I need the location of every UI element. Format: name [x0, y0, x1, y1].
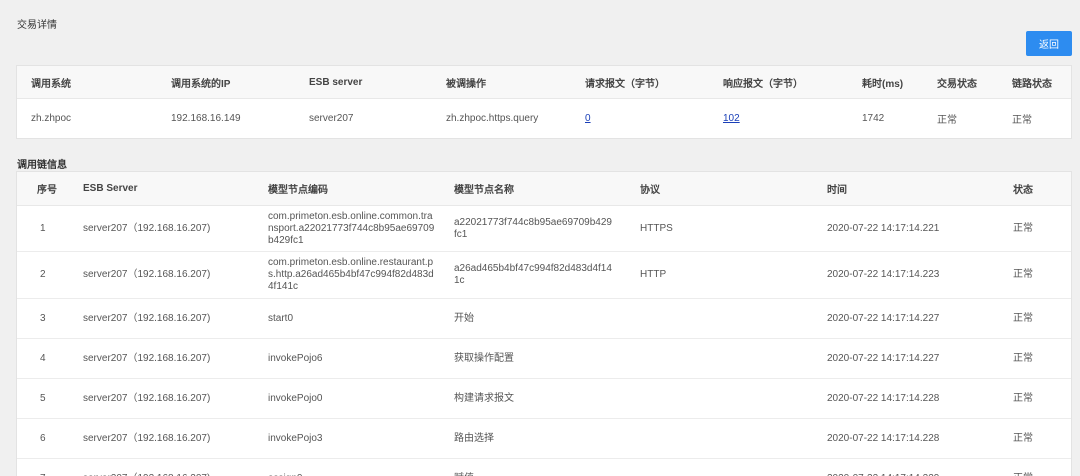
chain-cell-time: 2020-07-22 14:17:14.221: [827, 222, 940, 234]
chain-cell-no: 7: [40, 473, 46, 476]
chain-cell-code: com.primeton.esb.online.restaurant.ps.ht…: [268, 257, 434, 292]
chain-cell-time: 2020-07-22 14:17:14.227: [827, 312, 940, 324]
summary-header-elapsed: 耗时(ms): [862, 78, 904, 90]
chain-cell-name: 获取操作配置: [454, 352, 514, 364]
chain-row: 1 server207（192.168.16.207) com.primeton…: [17, 206, 1071, 252]
back-button[interactable]: 返回: [1026, 31, 1072, 56]
chain-cell-code: start0: [268, 312, 294, 324]
chain-cell-status: 正常: [1013, 473, 1033, 476]
chain-cell-status: 正常: [1013, 312, 1033, 324]
chain-rows: 1 server207（192.168.16.207) com.primeton…: [17, 206, 1071, 476]
summary-header-response: 响应报文（字节）: [723, 78, 803, 90]
chain-header-row: 序号 ESB Server 模型节点编码 模型节点名称 协议 时间 状态: [17, 172, 1071, 206]
chain-cell-no: 5: [40, 392, 46, 404]
chain-cell-name: 路由选择: [454, 432, 494, 444]
chain-cell-time: 2020-07-22 14:17:14.228: [827, 432, 940, 444]
chain-header-name: 模型节点名称: [454, 185, 514, 196]
section-title-chain: 调用链信息: [17, 160, 67, 171]
chain-cell-time: 2020-07-22 14:17:14.228: [827, 392, 940, 404]
chain-header-no: 序号: [37, 185, 57, 196]
summary-server: server207: [309, 113, 354, 124]
chain-cell-name: a22021773f744c8b95ae69709b429fc1: [454, 216, 612, 240]
chain-header-status: 状态: [1013, 185, 1033, 196]
chain-row: 6 server207（192.168.16.207) invokePojo3 …: [17, 419, 1071, 459]
request-bytes-link[interactable]: 0: [585, 113, 591, 124]
chain-cell-code: com.primeton.esb.online.common.transport…: [268, 210, 435, 246]
response-bytes-link[interactable]: 102: [723, 113, 740, 124]
chain-row: 5 server207（192.168.16.207) invokePojo0 …: [17, 379, 1071, 419]
chain-header-protocol: 协议: [640, 185, 660, 196]
summary-elapsed: 1742: [862, 113, 885, 124]
chain-cell-code: invokePojo0: [268, 392, 323, 404]
summary-row: zh.zhpoc 192.168.16.149 server207 zh.zhp…: [17, 99, 1071, 138]
chain-cell-server: server207（192.168.16.207): [83, 392, 211, 404]
chain-cell-server: server207（192.168.16.207): [83, 222, 211, 234]
chain-cell-code: invokePojo3: [268, 432, 323, 444]
summary-operation: zh.zhpoc.https.query: [446, 113, 539, 124]
summary-header-row: 调用系统 调用系统的IP ESB server 被调操作 请求报文（字节） 响应…: [17, 66, 1071, 99]
chain-cell-server: server207（192.168.16.207): [83, 312, 211, 324]
summary-header-ip: 调用系统的IP: [171, 78, 231, 90]
summary-header-operation: 被调操作: [446, 78, 486, 90]
chain-cell-status: 正常: [1013, 392, 1033, 404]
chain-cell-name: a26ad465b4bf47c994f82d483d4f141c: [454, 263, 612, 286]
chain-cell-time: 2020-07-22 14:17:14.227: [827, 352, 940, 364]
chain-cell-no: 2: [40, 269, 46, 280]
chain-row: 3 server207（192.168.16.207) start0 开始 20…: [17, 299, 1071, 339]
chain-cell-server: server207（192.168.16.207): [83, 352, 211, 364]
chain-cell-code: assign0: [268, 473, 438, 476]
chain-cell-status: 正常: [1013, 269, 1033, 280]
summary-system: zh.zhpoc: [31, 113, 72, 124]
chain-cell-protocol: HTTPS: [640, 222, 673, 234]
summary-header-request: 请求报文（字节）: [585, 78, 665, 90]
chain-cell-server: server207（192.168.16.207): [83, 473, 210, 476]
chain-cell-status: 正常: [1013, 432, 1033, 444]
summary-link-status: 正常: [1012, 115, 1032, 126]
chain-cell-code: invokePojo6: [268, 352, 323, 364]
chain-cell-no: 3: [40, 312, 46, 324]
summary-header-link-status: 链路状态: [1012, 78, 1052, 90]
chain-row: 2 server207（192.168.16.207) com.primeton…: [17, 252, 1071, 299]
summary-header-tx-status: 交易状态: [937, 78, 977, 90]
chain-header-time: 时间: [827, 185, 847, 196]
summary-ip: 192.168.16.149: [171, 113, 241, 124]
chain-header-server: ESB Server: [83, 183, 138, 194]
transaction-summary-table: 调用系统 调用系统的IP ESB server 被调操作 请求报文（字节） 响应…: [16, 65, 1072, 139]
chain-cell-no: 1: [40, 222, 46, 234]
summary-header-server: ESB server: [309, 76, 363, 88]
chain-cell-server: server207（192.168.16.207): [83, 269, 211, 280]
chain-cell-time: 2020-07-22 14:17:14.223: [827, 269, 940, 280]
chain-row: 4 server207（192.168.16.207) invokePojo6 …: [17, 339, 1071, 379]
chain-cell-protocol: HTTP: [640, 269, 667, 280]
chain-cell-status: 正常: [1013, 352, 1033, 364]
call-chain-table: 序号 ESB Server 模型节点编码 模型节点名称 协议 时间 状态 1 s…: [16, 171, 1072, 476]
chain-cell-name: 赋值: [454, 473, 614, 476]
summary-tx-status: 正常: [937, 115, 957, 126]
chain-cell-name: 构建请求报文: [454, 392, 514, 404]
chain-header-code: 模型节点编码: [268, 185, 328, 196]
chain-cell-status: 正常: [1013, 222, 1033, 234]
summary-header-system: 调用系统: [31, 78, 71, 90]
chain-cell-no: 4: [40, 352, 46, 364]
page-title: 交易详情: [17, 20, 57, 31]
chain-cell-time: 2020-07-22 14:17:14.229: [827, 473, 939, 476]
chain-cell-server: server207（192.168.16.207): [83, 432, 211, 444]
chain-cell-no: 6: [40, 432, 46, 444]
chain-cell-name: 开始: [454, 312, 474, 324]
chain-row: 7 server207（192.168.16.207) assign0 赋值 2…: [17, 459, 1071, 476]
